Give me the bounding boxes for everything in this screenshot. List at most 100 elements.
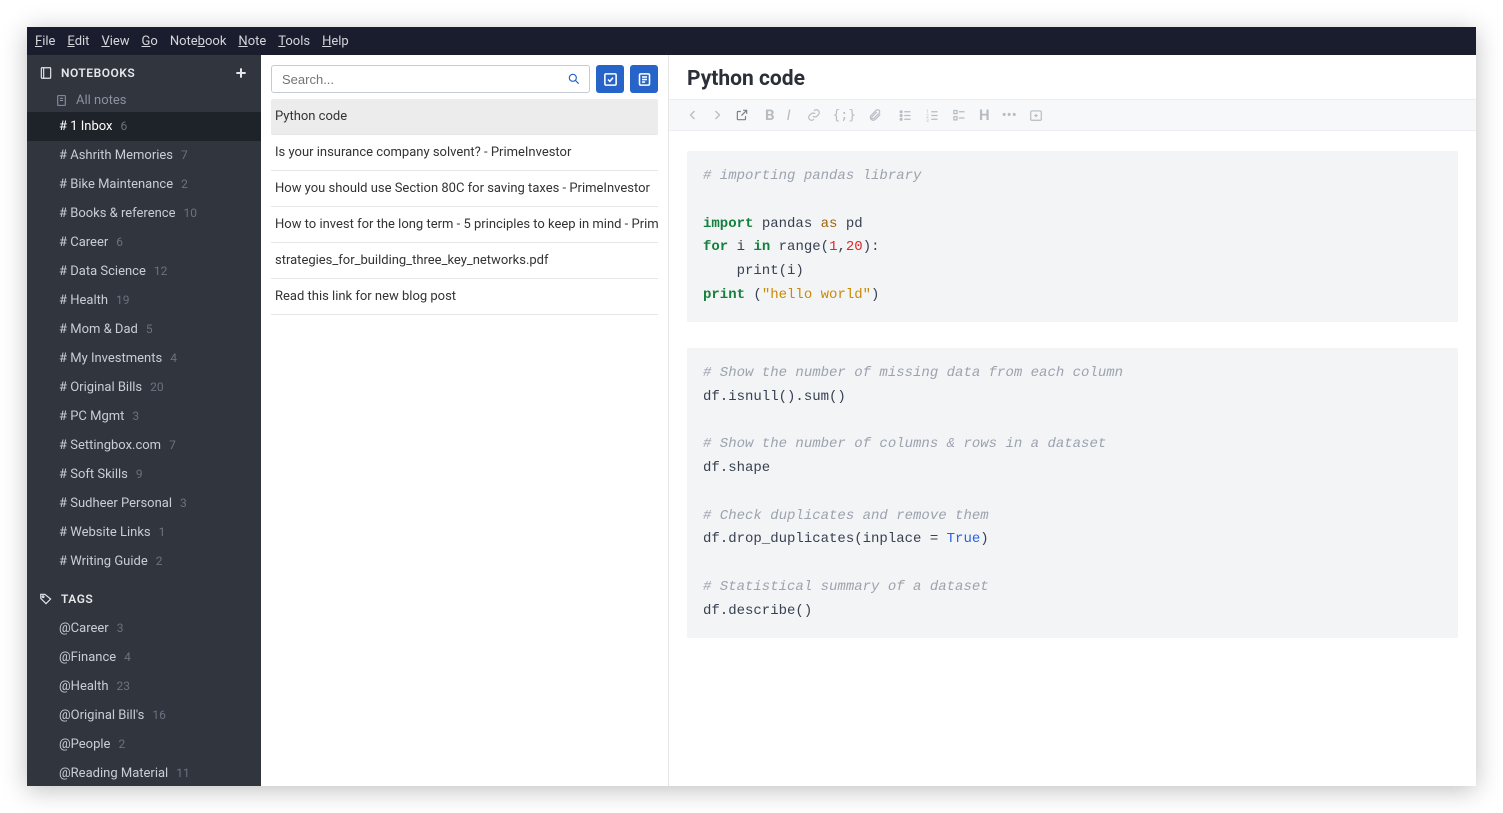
svg-text:3: 3 (926, 118, 929, 122)
editor-panel: Python code B I {;} 123 (669, 55, 1476, 786)
note-list-item[interactable]: Is your insurance company solvent? - Pri… (271, 135, 658, 171)
note-title[interactable]: Python code (669, 55, 1476, 99)
note-list-panel: Python codeIs your insurance company sol… (261, 55, 669, 786)
bullet-list-icon[interactable] (898, 108, 913, 123)
note-list-item[interactable]: strategies_for_building_three_key_networ… (271, 243, 658, 279)
notelist-toolbar (261, 55, 668, 99)
notebook-count: 3 (132, 406, 139, 426)
menu-go[interactable]: Go (142, 34, 158, 49)
main-layout: NOTEBOOKS All notes # 1 Inbox 6 # Ashrith … (27, 55, 1476, 786)
note-list-item[interactable]: Read this link for new blog post (271, 279, 658, 315)
sidebar-notebook-item[interactable]: # Ashrith Memories7 (27, 141, 261, 170)
tag-label: @Health (59, 677, 109, 697)
menu-help[interactable]: Help (322, 34, 349, 49)
sidebar-tag-item[interactable]: @People 2 (27, 730, 261, 759)
notebook-count: 6 (121, 116, 128, 136)
tag-count: 16 (152, 705, 166, 725)
new-note-button[interactable] (630, 65, 658, 93)
sidebar-all-notes[interactable]: All notes (27, 89, 261, 112)
sidebar-notebook-item[interactable]: # 1 Inbox 6 (27, 112, 261, 141)
sidebar-notebook-item[interactable]: # Writing Guide2 (27, 547, 261, 576)
menu-notebook[interactable]: Notebook (170, 34, 227, 49)
sidebar-notebook-item[interactable]: # Original Bills 20 (27, 373, 261, 402)
notebook-label: # Bike Maintenance (59, 175, 173, 195)
sidebar-notebook-item[interactable]: # My Investments4 (27, 344, 261, 373)
notebook-list: # 1 Inbox6# Ashrith Memories7# Bike Main… (27, 112, 261, 576)
notebook-count: 3 (180, 493, 187, 513)
sidebar-notebook-item[interactable]: # Website Links1 (27, 518, 261, 547)
link-icon[interactable] (807, 108, 821, 122)
heading-icon[interactable]: H (979, 106, 990, 124)
nav-forward-icon[interactable] (711, 109, 723, 121)
external-link-icon[interactable] (735, 108, 749, 122)
note-list-item[interactable]: Python code (271, 99, 658, 135)
notebook-count: 9 (136, 464, 143, 484)
all-notes-icon (55, 94, 68, 107)
tags-label: TAGS (61, 592, 93, 606)
nav-back-icon[interactable] (687, 109, 699, 121)
tag-count: 23 (117, 676, 131, 696)
notebook-count: 7 (169, 435, 176, 455)
new-todo-button[interactable] (596, 65, 624, 93)
sidebar-notebook-item[interactable]: # Mom & Dad5 (27, 315, 261, 344)
sidebar-notebook-item[interactable]: # Sudheer Personal3 (27, 489, 261, 518)
numbered-list-icon[interactable]: 123 (925, 108, 940, 123)
bold-icon[interactable]: B (765, 106, 775, 124)
code-icon[interactable]: {;} (833, 108, 856, 123)
notebook-label: # 1 Inbox (59, 117, 113, 137)
sidebar-notebook-item[interactable]: # Data Science 12 (27, 257, 261, 286)
attachment-icon[interactable] (868, 108, 882, 122)
insert-date-icon[interactable] (1029, 108, 1043, 122)
search-input[interactable] (272, 66, 589, 92)
menu-tools[interactable]: Tools (278, 34, 310, 49)
tag-icon (39, 592, 53, 606)
checkbox-list-icon[interactable] (952, 108, 967, 123)
menu-view[interactable]: View (101, 34, 129, 49)
tag-count: 11 (176, 763, 190, 783)
sidebar-notebook-item[interactable]: # Bike Maintenance 2 (27, 170, 261, 199)
menu-file[interactable]: File (35, 34, 55, 49)
notebook-label: # Original Bills (59, 378, 142, 398)
notebook-label: # Career (59, 233, 108, 253)
tags-header: TAGS (27, 576, 261, 614)
notebook-count: 10 (184, 203, 198, 223)
tag-count: 3 (117, 618, 124, 638)
code-block-2: # Show the number of missing data from e… (687, 348, 1458, 638)
menu-edit[interactable]: Edit (67, 34, 89, 49)
sidebar-notebook-item[interactable]: # Books & reference10 (27, 199, 261, 228)
notebook-label: # Health (59, 291, 108, 311)
sidebar-notebook-item[interactable]: # Settingbox.com7 (27, 431, 261, 460)
notebook-count: 5 (146, 319, 153, 339)
tag-list: @Career3@Finance4@Health23@Original Bill… (27, 614, 261, 786)
tag-count: 2 (118, 734, 125, 754)
editor-content[interactable]: # importing pandas library import pandas… (669, 131, 1476, 786)
note-list-item[interactable]: How you should use Section 80C for savin… (271, 171, 658, 207)
italic-icon[interactable]: I (787, 106, 791, 124)
notebook-label: # Data Science (59, 262, 146, 282)
all-notes-label: All notes (76, 93, 126, 108)
sidebar-tag-item[interactable]: @Career3 (27, 614, 261, 643)
notebook-count: 20 (150, 377, 164, 397)
tag-label: @People (59, 735, 110, 755)
notebook-icon (39, 66, 53, 80)
notebook-count: 6 (116, 232, 123, 252)
menu-note[interactable]: Note (238, 34, 266, 49)
add-notebook-icon[interactable] (233, 65, 249, 81)
sidebar-notebook-item[interactable]: # Soft Skills9 (27, 460, 261, 489)
notebook-count: 12 (154, 261, 168, 281)
menubar: File Edit View Go Notebook Note Tools He… (27, 27, 1476, 55)
notebooks-header: NOTEBOOKS (27, 55, 261, 89)
search-wrap (271, 65, 590, 93)
sidebar-notebook-item[interactable]: # PC Mgmt3 (27, 402, 261, 431)
tag-label: @Finance (59, 648, 116, 668)
sidebar-tag-item[interactable]: @Finance4 (27, 643, 261, 672)
search-icon[interactable] (567, 72, 581, 86)
sidebar-tag-item[interactable]: @Health 23 (27, 672, 261, 701)
sidebar-tag-item[interactable]: @Reading Material11 (27, 759, 261, 786)
sidebar-notebook-item[interactable]: # Health19 (27, 286, 261, 315)
notebook-count: 2 (181, 174, 188, 194)
note-list-item[interactable]: How to invest for the long term - 5 prin… (271, 207, 658, 243)
sidebar-tag-item[interactable]: @Original Bill's16 (27, 701, 261, 730)
sidebar-notebook-item[interactable]: # Career 6 (27, 228, 261, 257)
hr-icon[interactable]: ••• (1002, 106, 1017, 124)
